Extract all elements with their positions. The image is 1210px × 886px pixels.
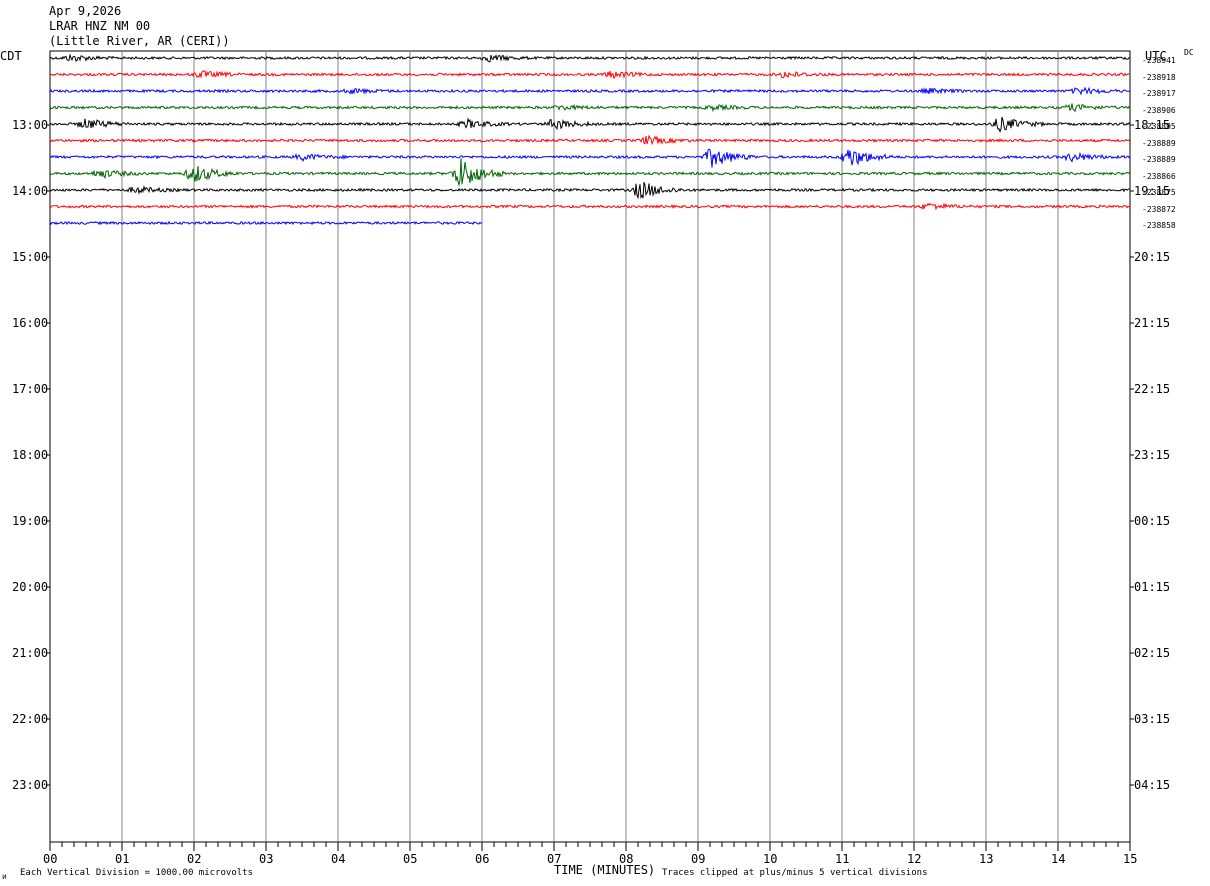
hour-label-left: 19:00 — [12, 514, 49, 528]
hour-label-right: 23:15 — [1134, 448, 1171, 462]
hour-label-right: 02:15 — [1134, 646, 1171, 660]
trace-line — [49, 116, 1131, 134]
trace-line — [49, 134, 1131, 146]
x-tick-label: 04 — [331, 852, 346, 866]
dc-offset-label: -238872 — [1142, 204, 1176, 214]
hour-label-left: 23:00 — [12, 778, 49, 792]
dc-offset-label: -238866 — [1142, 171, 1176, 181]
trace-line — [49, 53, 1131, 63]
hour-label-left: 14:00 — [12, 184, 49, 198]
hour-label-left: 18:00 — [12, 448, 49, 462]
hour-label-left: 22:00 — [12, 712, 49, 726]
x-tick-label: 15 — [1123, 852, 1138, 866]
hour-label-right: 01:15 — [1134, 580, 1171, 594]
trace-line — [49, 158, 1131, 187]
hour-label-right: 00:15 — [1134, 514, 1171, 528]
dc-offset-label: -238858 — [1142, 221, 1176, 230]
vertical-division-note: Each Vertical Division = 1000.00 microvo… — [20, 868, 253, 878]
trace-line — [49, 148, 1131, 168]
x-axis-title: TIME (MINUTES) — [554, 863, 656, 877]
hour-label-right: 03:15 — [1134, 712, 1171, 726]
hour-label-left: 20:00 — [12, 580, 49, 594]
hour-label-left: 13:00 — [12, 118, 49, 132]
x-tick-label: 00 — [43, 852, 58, 866]
hour-label-left: 16:00 — [12, 316, 49, 330]
dc-offset-label: -238917 — [1142, 89, 1176, 98]
dc-offset-label: -238889 — [1142, 138, 1176, 148]
trace-line — [49, 86, 1131, 96]
x-tick-label: 09 — [691, 852, 706, 866]
hour-label-left: 15:00 — [12, 250, 49, 264]
clipping-note: Traces clipped at plus/minus 5 vertical … — [662, 868, 928, 878]
trace-line — [49, 70, 1131, 80]
dc-offset-label: -238889 — [1142, 155, 1176, 164]
x-tick-label: 11 — [835, 852, 850, 866]
trace-line — [49, 202, 1131, 211]
x-tick-label: 05 — [403, 852, 418, 866]
corner-mark: ᴎ — [2, 872, 7, 881]
dc-offset-label: -238875 — [1142, 188, 1176, 197]
hour-label-right: 21:15 — [1134, 316, 1171, 330]
x-tick-label: 03 — [259, 852, 274, 866]
hour-label-right: 20:15 — [1134, 250, 1171, 264]
dc-offset-label: -238895 — [1142, 122, 1176, 131]
x-tick-label: 13 — [979, 852, 994, 866]
dc-offset-label: -238906 — [1142, 105, 1176, 115]
dc-offset-label: -238941 — [1142, 56, 1176, 65]
seismogram-chart — [46, 50, 1134, 851]
x-tick-label: 02 — [187, 852, 202, 866]
trace-line — [49, 182, 1130, 200]
x-tick-label: 01 — [115, 852, 130, 866]
x-tick-label: 10 — [763, 852, 778, 866]
trace-line — [49, 103, 1131, 113]
hour-label-left: 17:00 — [12, 382, 49, 396]
hour-label-right: 04:15 — [1134, 778, 1171, 792]
hour-label-left: 21:00 — [12, 646, 49, 660]
x-tick-label: 12 — [907, 852, 922, 866]
dc-offset-label: -238918 — [1142, 72, 1176, 82]
x-tick-label: 14 — [1051, 852, 1066, 866]
x-tick-label: 06 — [475, 852, 490, 866]
hour-label-right: 22:15 — [1134, 382, 1171, 396]
